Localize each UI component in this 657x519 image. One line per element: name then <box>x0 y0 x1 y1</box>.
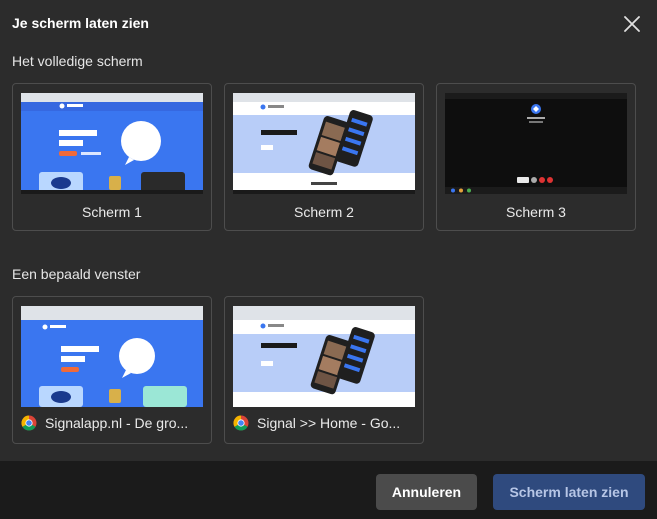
close-icon[interactable] <box>621 13 643 35</box>
full-screen-heading: Het volledige scherm <box>12 53 143 69</box>
window-1-label: Signalapp.nl - De gro... <box>45 415 189 431</box>
screen-option-3[interactable]: Scherm 3 <box>436 83 636 231</box>
share-screen-button[interactable]: Scherm laten zien <box>493 474 645 510</box>
chrome-icon <box>21 415 37 431</box>
screen-1-label: Scherm 1 <box>82 204 142 220</box>
screen-3-label: Scherm 3 <box>506 204 566 220</box>
window-heading: Een bepaald venster <box>12 266 141 282</box>
window-option-2[interactable]: Signal >> Home - Go... <box>224 296 424 444</box>
screen-2-label: Scherm 2 <box>294 204 354 220</box>
screen-2-thumbnail <box>233 93 415 194</box>
screen-option-1[interactable]: Scherm 1 <box>12 83 212 231</box>
window-2-thumbnail <box>233 306 415 407</box>
screen-3-thumbnail <box>445 93 627 194</box>
screen-option-2[interactable]: Scherm 2 <box>224 83 424 231</box>
window-2-label: Signal >> Home - Go... <box>257 415 401 431</box>
cancel-button[interactable]: Annuleren <box>376 474 477 510</box>
share-screen-dialog: Je scherm laten zien Het volledige scher… <box>0 0 657 519</box>
window-option-1[interactable]: Signalapp.nl - De gro... <box>12 296 212 444</box>
screen-1-thumbnail <box>21 93 203 194</box>
chrome-icon <box>233 415 249 431</box>
dialog-footer: Annuleren Scherm laten zien <box>0 461 657 519</box>
dialog-title: Je scherm laten zien <box>12 15 149 31</box>
window-1-thumbnail <box>21 306 203 407</box>
